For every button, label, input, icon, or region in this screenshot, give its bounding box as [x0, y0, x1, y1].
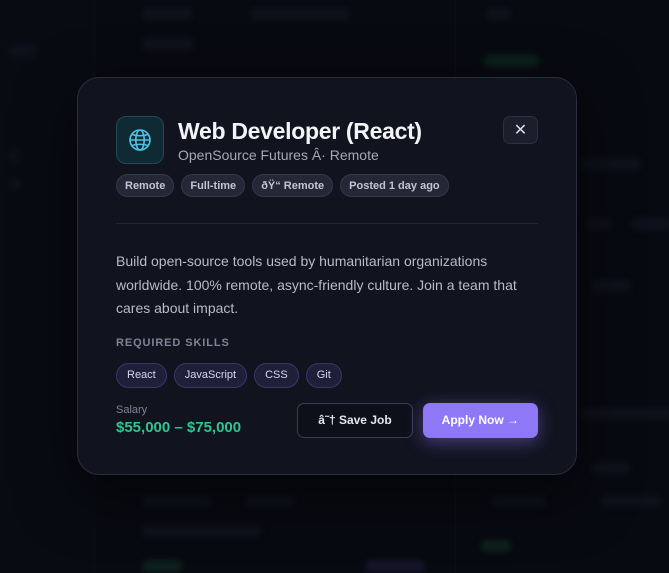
job-tags: Remote Full-time ðŸ“ Remote Posted 1 day… [116, 174, 538, 197]
tag-posted: Posted 1 day ago [340, 174, 449, 197]
globe-icon [129, 129, 151, 151]
modal-footer: Salary $55,000 – $75,000 â˜† Save Job Ap… [116, 402, 538, 438]
skill-tag: React [116, 362, 167, 388]
company-location: OpenSource Futures Â· Remote [178, 147, 379, 163]
skill-tag: CSS [254, 362, 299, 388]
close-button[interactable]: ✕ [503, 116, 538, 144]
action-buttons: â˜† Save Job Apply Now → [297, 402, 538, 438]
title-block: Web Developer (React) OpenSource Futures… [178, 116, 422, 163]
skills-heading: REQUIRED SKILLS [116, 336, 230, 349]
skill-tag: JavaScript [173, 362, 248, 388]
salary-label: Salary [116, 404, 148, 416]
save-job-button[interactable]: â˜† Save Job [297, 402, 413, 438]
divider [116, 223, 538, 224]
company-logo [116, 116, 164, 164]
job-title: Web Developer (React) [178, 118, 422, 144]
apply-now-button[interactable]: Apply Now → [422, 402, 538, 438]
skills-list: React JavaScript CSS Git [116, 362, 538, 388]
salary-value: $55,000 – $75,000 [116, 419, 242, 436]
job-detail-modal: Web Developer (React) OpenSource Futures… [77, 77, 577, 475]
job-description: Build open-source tools used by humanita… [116, 253, 517, 316]
salary-block: Salary $55,000 – $75,000 [116, 404, 241, 436]
tag-location: ðŸ“ Remote [252, 174, 334, 197]
modal-header: Web Developer (React) OpenSource Futures… [116, 116, 538, 164]
tag-full-time: Full-time [181, 174, 246, 197]
skill-tag: Git [305, 362, 342, 388]
tag-remote: Remote [116, 174, 175, 197]
